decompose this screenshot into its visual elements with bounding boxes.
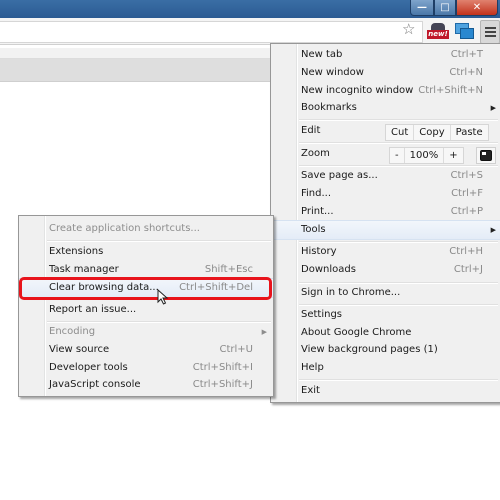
- submenu-item-extensions[interactable]: Extensions: [19, 243, 273, 261]
- menu-item-view-background-pages[interactable]: View background pages (1): [271, 341, 500, 359]
- menu-item-downloads[interactable]: Downloads Ctrl+J: [271, 261, 500, 279]
- paste-button[interactable]: Paste: [451, 125, 488, 140]
- menu-item-label: Find...: [301, 188, 332, 199]
- menu-item-label: History: [301, 246, 337, 257]
- minimize-button[interactable]: —: [410, 0, 434, 16]
- menu-item-label: Bookmarks: [301, 102, 357, 113]
- extension-windows-icon[interactable]: [455, 23, 474, 39]
- copy-button[interactable]: Copy: [414, 125, 451, 140]
- mouse-cursor-icon: [157, 289, 169, 305]
- menu-separator: [299, 379, 498, 381]
- menu-item-edit: Edit Cut Copy Paste: [271, 122, 500, 141]
- menu-item-label: Save page as...: [301, 170, 378, 181]
- menu-item-new-tab[interactable]: New tab Ctrl+T: [271, 46, 500, 64]
- menu-item-about-chrome[interactable]: About Google Chrome: [271, 324, 500, 342]
- menu-item-help[interactable]: Help: [271, 359, 500, 377]
- menu-item-label: Zoom: [301, 148, 330, 159]
- window-glyph-front: [460, 28, 474, 39]
- menu-item-label: Sign in to Chrome...: [301, 287, 401, 298]
- menu-item-label: Settings: [301, 309, 343, 320]
- window-controls: — □ ✕: [410, 0, 498, 16]
- menu-separator: [299, 119, 498, 121]
- menu-item-shortcut: Ctrl+P: [450, 206, 483, 217]
- zoom-in-button[interactable]: +: [444, 148, 462, 163]
- zoom-button-group: - 100% +: [389, 147, 464, 164]
- chrome-menu-icon[interactable]: [480, 20, 500, 44]
- submenu-item-create-app-shortcuts: Create application shortcuts...: [19, 220, 273, 238]
- menu-item-shortcut: Ctrl+F: [451, 188, 483, 199]
- menu-item-exit[interactable]: Exit: [271, 382, 500, 400]
- submenu-item-report-issue[interactable]: Report an issue...: [19, 301, 273, 319]
- chrome-main-menu: New tab Ctrl+T New window Ctrl+N New inc…: [270, 43, 500, 403]
- menu-item-shortcut: Ctrl+J: [453, 264, 483, 275]
- menu-item-shortcut: Ctrl+Shift+I: [192, 362, 253, 373]
- menu-item-label: Edit: [301, 125, 321, 136]
- close-button[interactable]: ✕: [456, 0, 498, 16]
- menu-item-bookmarks[interactable]: Bookmarks ▶: [271, 99, 500, 117]
- menu-item-shortcut: Ctrl+U: [219, 344, 254, 355]
- menu-item-label: Extensions: [49, 246, 104, 257]
- window-title-bar: — □ ✕: [0, 0, 500, 18]
- menu-item-label: Help: [301, 362, 324, 373]
- extension-new-icon[interactable]: new!: [427, 21, 449, 41]
- menu-item-find[interactable]: Find... Ctrl+F: [271, 185, 500, 203]
- menu-item-new-window[interactable]: New window Ctrl+N: [271, 64, 500, 82]
- menu-item-shortcut: Ctrl+Shift+N: [418, 85, 483, 96]
- submenu-item-javascript-console[interactable]: JavaScript console Ctrl+Shift+J: [19, 376, 273, 394]
- menu-item-label: New incognito window: [301, 85, 414, 96]
- submenu-arrow-icon: ▶: [490, 226, 496, 234]
- menu-item-new-incognito-window[interactable]: New incognito window Ctrl+Shift+N: [271, 82, 500, 100]
- submenu-item-developer-tools[interactable]: Developer tools Ctrl+Shift+I: [19, 359, 273, 377]
- menu-item-shortcut: Ctrl+T: [450, 49, 483, 60]
- menu-item-label: About Google Chrome: [301, 327, 412, 338]
- menu-item-label: Tools: [301, 224, 326, 235]
- menu-item-label: View source: [49, 344, 110, 355]
- menu-item-history[interactable]: History Ctrl+H: [271, 243, 500, 261]
- menu-item-shortcut: Ctrl+S: [450, 170, 483, 181]
- cut-button[interactable]: Cut: [386, 125, 415, 140]
- zoom-out-button[interactable]: -: [390, 148, 405, 163]
- tools-submenu: Create application shortcuts... Extensio…: [18, 215, 274, 397]
- menu-bar-line: [484, 31, 496, 33]
- menu-item-label: View background pages (1): [301, 344, 438, 355]
- menu-item-label: Print...: [301, 206, 334, 217]
- address-bar[interactable]: [0, 21, 423, 43]
- edit-button-group: Cut Copy Paste: [385, 124, 489, 141]
- menu-item-label: Report an issue...: [49, 304, 137, 315]
- maximize-button[interactable]: □: [434, 0, 456, 16]
- menu-item-save-page-as[interactable]: Save page as... Ctrl+S: [271, 167, 500, 185]
- menu-item-label: Downloads: [301, 264, 356, 275]
- menu-bar-line: [484, 35, 496, 37]
- menu-item-sign-in[interactable]: Sign in to Chrome...: [271, 284, 500, 302]
- zoom-level: 100%: [405, 148, 445, 163]
- menu-item-settings[interactable]: Settings: [271, 306, 500, 324]
- menu-item-label: Exit: [301, 385, 320, 396]
- fullscreen-glyph: [480, 150, 492, 161]
- menu-item-label: Developer tools: [49, 362, 128, 373]
- fullscreen-icon[interactable]: [476, 147, 496, 164]
- menu-item-label: JavaScript console: [49, 379, 141, 390]
- menu-item-label: New tab: [301, 49, 343, 60]
- menu-item-shortcut: Ctrl+Shift+J: [192, 379, 253, 390]
- menu-item-zoom: Zoom - 100% +: [271, 145, 500, 164]
- menu-separator: [47, 240, 271, 242]
- menu-item-label: Encoding: [49, 326, 96, 337]
- menu-item-tools[interactable]: Tools ▶: [271, 220, 500, 240]
- submenu-item-view-source[interactable]: View source Ctrl+U: [19, 341, 273, 359]
- menu-item-shortcut: Ctrl+N: [449, 67, 483, 78]
- menu-item-label: New window: [301, 67, 364, 78]
- menu-bar-line: [484, 27, 496, 29]
- menu-item-print[interactable]: Print... Ctrl+P: [271, 203, 500, 221]
- star-icon[interactable]: ☆: [402, 20, 415, 38]
- browser-toolbar: ☆ new!: [0, 18, 500, 45]
- extension-new-badge: new!: [427, 30, 449, 39]
- menu-item-shortcut: Ctrl+H: [449, 246, 483, 257]
- menu-item-label: Create application shortcuts...: [49, 223, 200, 234]
- menu-separator: [299, 142, 498, 144]
- highlight-annotation-box: [19, 277, 272, 300]
- submenu-arrow-icon: ▶: [261, 328, 267, 336]
- submenu-item-encoding: Encoding ▶: [19, 323, 273, 341]
- submenu-arrow-icon: ▶: [490, 104, 496, 112]
